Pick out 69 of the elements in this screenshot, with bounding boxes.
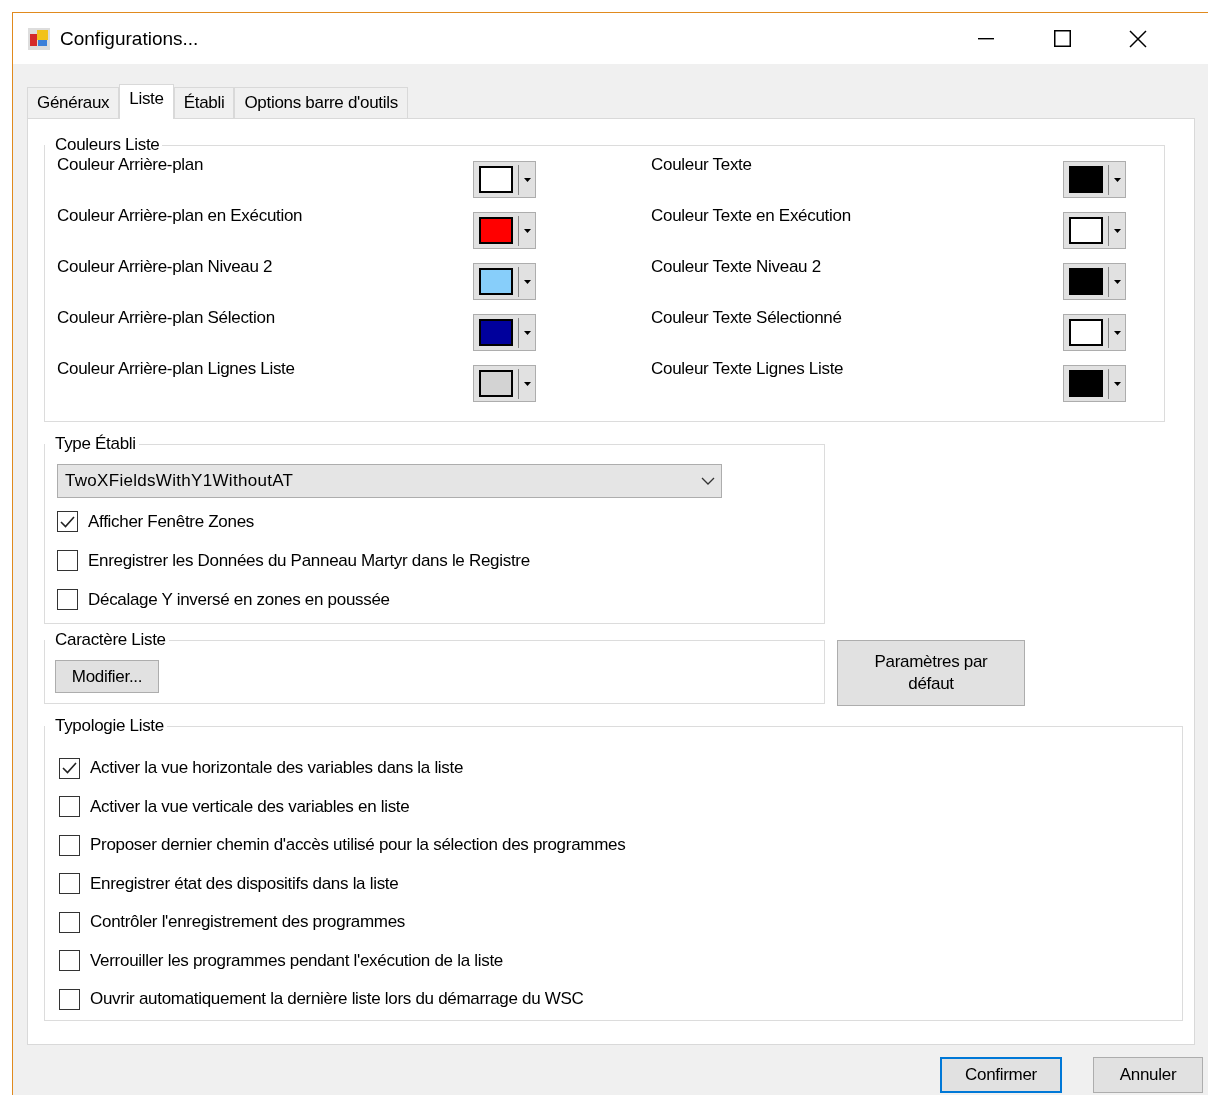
dropdown-arrow-icon [524, 177, 531, 182]
color-label: Couleur Arrière-plan en Exécution [57, 206, 303, 226]
window-title: Configurations... [60, 27, 200, 50]
defaults-button[interactable]: Paramètres par défaut [837, 640, 1025, 706]
color-picker[interactable] [1063, 212, 1126, 249]
checkbox-label: Enregistrer les Données du Panneau Martyr dans le Registre [88, 550, 530, 571]
color-picker[interactable] [1063, 161, 1126, 198]
color-picker[interactable] [1063, 365, 1126, 402]
checkbox[interactable] [59, 988, 80, 1010]
checkbox[interactable] [57, 589, 78, 610]
maximize-icon [1053, 30, 1071, 47]
dropdown-arrow-icon [1114, 228, 1121, 233]
dropdown-arrow-icon [1114, 177, 1121, 182]
checkbox-label: Verrouiller les programmes pendant l'exécution de la liste [90, 950, 503, 971]
checkbox[interactable] [59, 757, 80, 779]
color-label: Couleur Texte Niveau 2 [651, 257, 821, 277]
dropdown[interactable]: TwoXFieldsWithY1WithoutAT [57, 464, 722, 498]
minimize-icon [978, 37, 994, 40]
checkbox[interactable] [59, 796, 80, 818]
chevron-down-icon [701, 477, 715, 485]
tab[interactable]: Établi [173, 87, 235, 118]
color-label: Couleur Texte en Exécution [651, 206, 851, 226]
color-picker[interactable] [473, 263, 536, 300]
color-picker[interactable] [1063, 314, 1126, 351]
dropdown-arrow-icon [1114, 330, 1121, 335]
checkbox[interactable] [59, 911, 80, 933]
dropdown-arrow-icon [1114, 279, 1121, 284]
tab[interactable]: Liste [119, 84, 174, 119]
color-picker[interactable] [473, 314, 536, 351]
dropdown-arrow-icon [524, 279, 531, 284]
checkbox[interactable] [59, 834, 80, 856]
color-label: Couleur Texte [651, 155, 752, 175]
color-picker[interactable] [473, 212, 536, 249]
group-title: Type Établi [54, 434, 137, 454]
color-picker[interactable] [1063, 263, 1126, 300]
group-title: Caractère Liste [54, 630, 167, 650]
color-label: Couleur Texte Sélectionné [651, 308, 842, 328]
checkbox-label: Activer la vue verticale des variables en liste [90, 796, 410, 817]
group-title: Couleurs Liste [54, 135, 161, 155]
checkbox-label: Activer la vue horizontale des variables dans la liste [90, 758, 464, 779]
tab[interactable]: Options barre d'outils [234, 87, 408, 118]
checkbox-label: Ouvrir automatiquement la dernière liste lors du démarrage du WSC [90, 989, 584, 1010]
color-picker[interactable] [473, 161, 536, 198]
checkbox[interactable] [59, 873, 80, 895]
dialog-button[interactable]: Confirmer [940, 1057, 1062, 1093]
modify-button[interactable]: Modifier... [55, 660, 159, 693]
group-title: Typologie Liste [54, 716, 165, 736]
color-label: Couleur Arrière-plan Sélection [57, 308, 275, 328]
checkbox[interactable] [57, 550, 78, 571]
checkbox-label: Afficher Fenêtre Zones [88, 511, 254, 532]
checkbox-label: Enregistrer état des dispositifs dans la liste [90, 873, 399, 894]
checkbox-label: Proposer dernier chemin d'accès utilisé pour la sélection des programmes [90, 835, 626, 856]
close-icon [1129, 29, 1147, 48]
app-icon [28, 27, 50, 50]
dropdown-arrow-icon [1114, 381, 1121, 386]
tab[interactable]: Généraux [27, 87, 120, 118]
dialog-button[interactable]: Annuler [1093, 1057, 1203, 1093]
checkbox[interactable] [57, 511, 78, 532]
color-picker[interactable] [473, 365, 536, 402]
checkbox-label: Contrôler l'enregistrement des programmes [90, 912, 406, 933]
color-label: Couleur Texte Lignes Liste [651, 359, 844, 379]
checkbox[interactable] [59, 950, 80, 972]
checkbox-label: Décalage Y inversé en zones en poussée [88, 589, 390, 610]
color-label: Couleur Arrière-plan Lignes Liste [57, 359, 295, 379]
color-label: Couleur Arrière-plan [57, 155, 204, 175]
dropdown-arrow-icon [524, 381, 531, 386]
color-label: Couleur Arrière-plan Niveau 2 [57, 257, 273, 277]
dropdown-arrow-icon [524, 330, 531, 335]
dropdown-arrow-icon [524, 228, 531, 233]
